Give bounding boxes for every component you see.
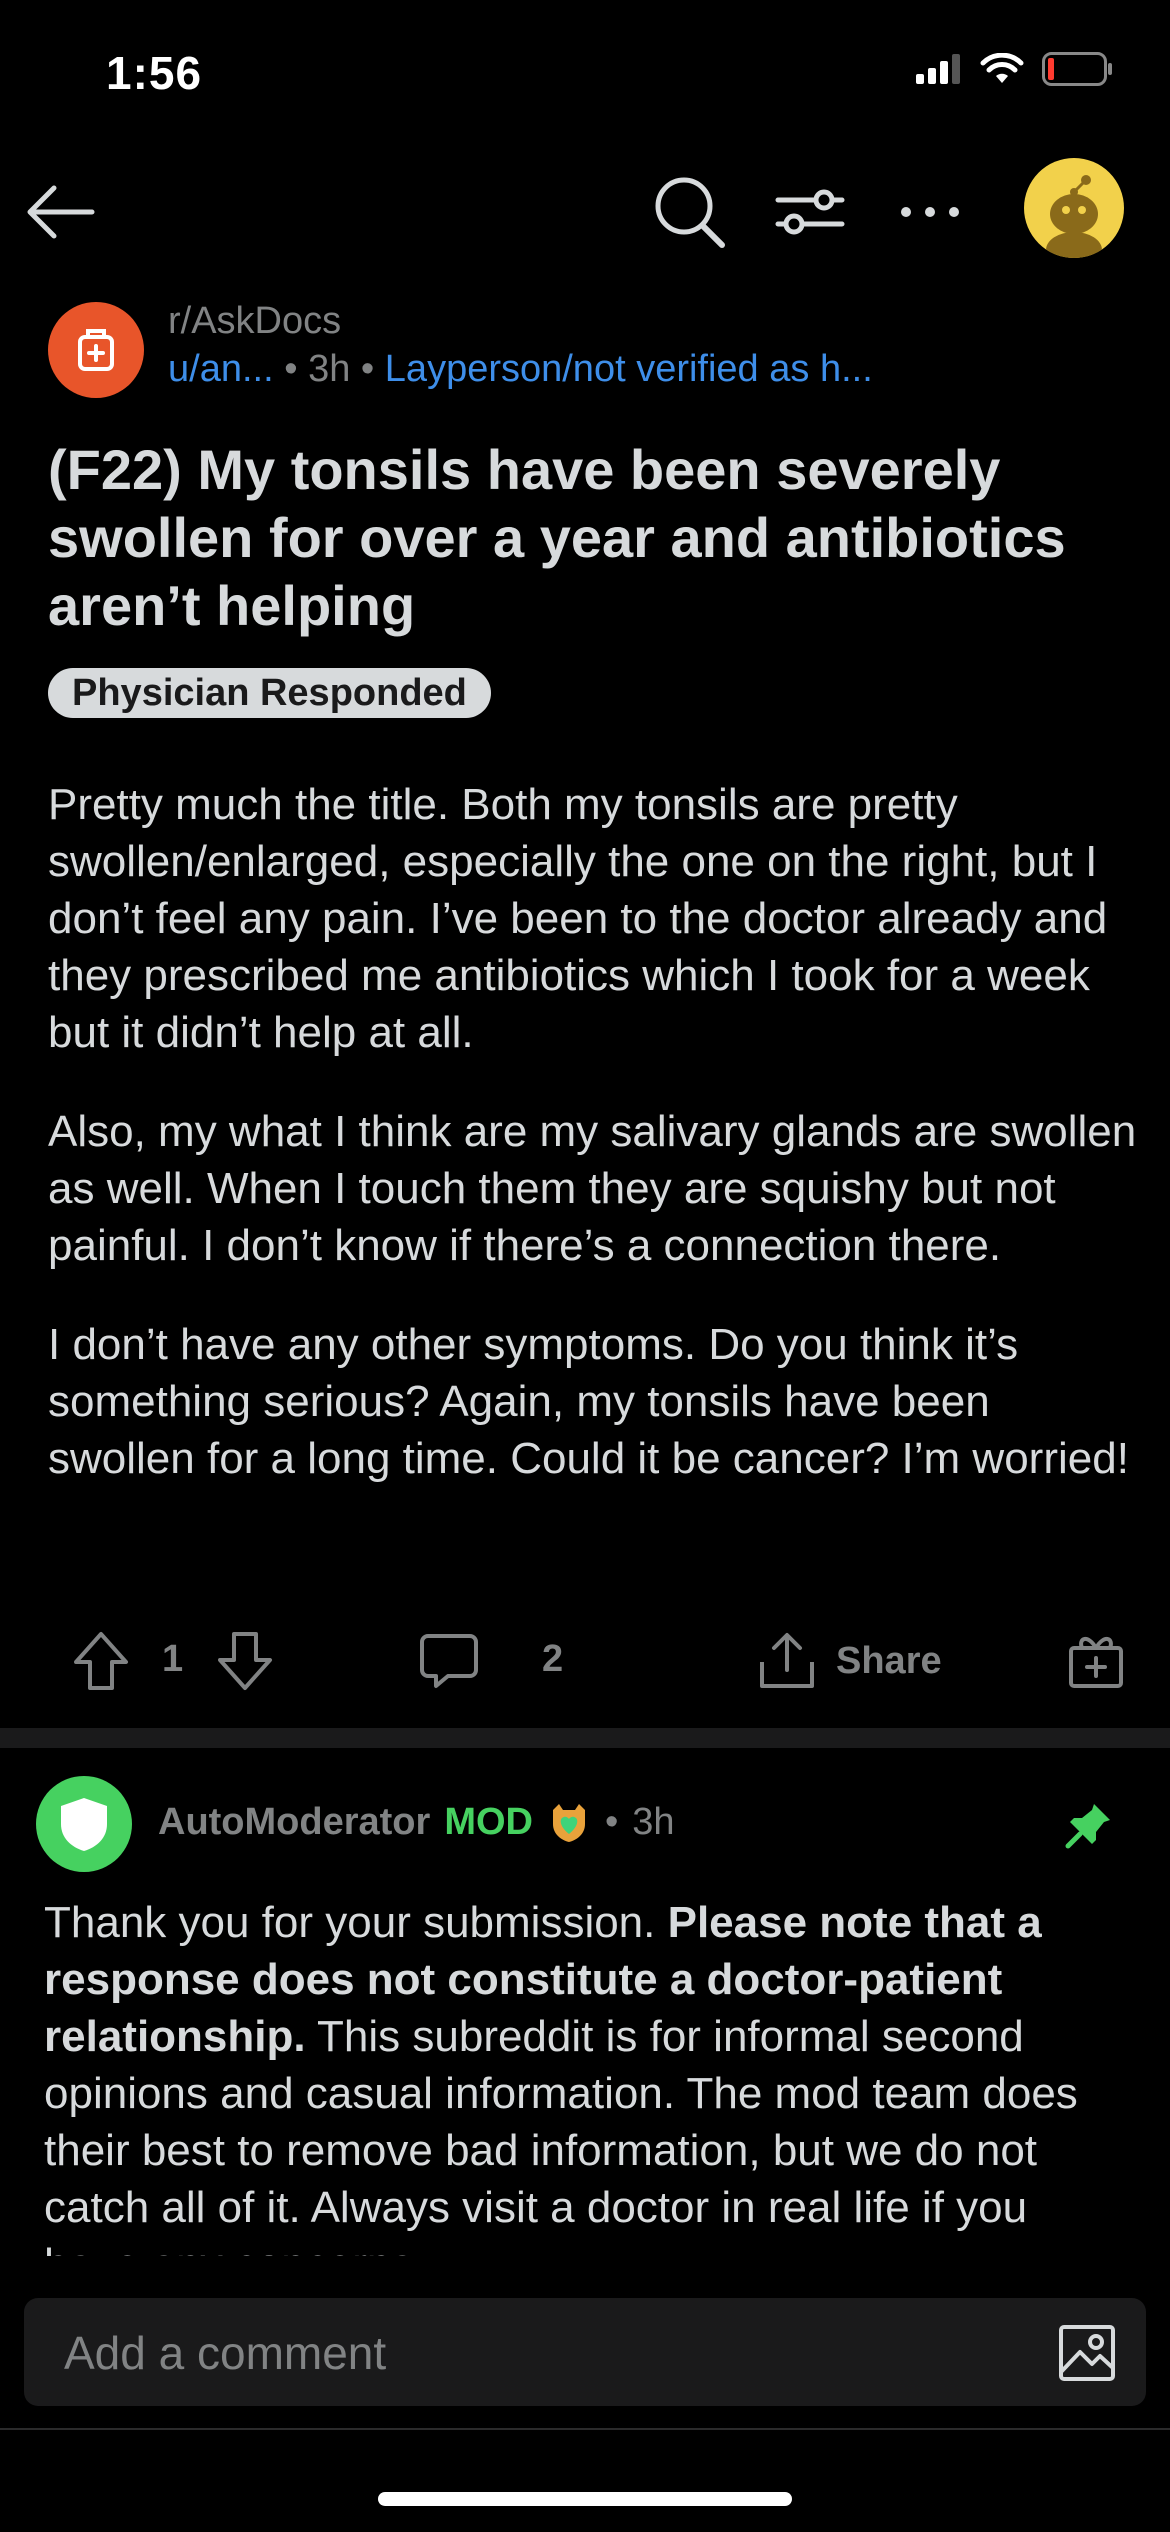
comment-count: 2 <box>542 1638 564 1680</box>
sort-filter-button[interactable] <box>770 172 850 252</box>
post-paragraph: Pretty much the title. Both my tonsils a… <box>48 780 1108 1057</box>
search-icon <box>655 177 725 248</box>
home-indicator[interactable] <box>378 2492 792 2506</box>
share-label: Share <box>836 1639 942 1682</box>
comment-age: 3h <box>632 1800 675 1843</box>
downvote-arrow-icon <box>218 1632 272 1690</box>
gift-award-icon <box>1069 1637 1123 1688</box>
medical-kit-icon <box>78 329 114 371</box>
pinned-button[interactable] <box>1060 1798 1116 1854</box>
mod-shield-heart-icon <box>552 1804 585 1842</box>
comment-bubble-icon <box>420 1634 478 1688</box>
section-divider <box>0 1728 1170 1748</box>
status-bar: 1:56 <box>0 0 1170 150</box>
status-icons <box>916 52 1114 86</box>
subreddit-name[interactable]: r/AskDocs <box>168 300 341 343</box>
filter-icon <box>775 189 845 235</box>
wifi-icon <box>980 53 1024 83</box>
author-flair: Layperson/not verified as h... <box>384 348 873 390</box>
post-author[interactable]: u/an... <box>168 348 274 390</box>
comments-button[interactable] <box>418 1630 480 1692</box>
attach-image-button[interactable] <box>1058 2324 1116 2382</box>
more-icon <box>901 207 959 217</box>
avatar[interactable] <box>1024 158 1124 258</box>
meta-separator: • <box>604 1800 619 1843</box>
post-header: r/AskDocs u/an... • 3h • Layperson/not v… <box>48 296 1128 406</box>
post-paragraph: Also, my what I think are my salivary gl… <box>48 1107 1137 1270</box>
shield-icon <box>61 1798 107 1851</box>
subreddit-icon[interactable] <box>48 302 144 398</box>
signal-icon <box>916 54 960 84</box>
more-options-button[interactable] <box>890 172 970 252</box>
share-icon <box>760 1633 814 1688</box>
upvote-button[interactable] <box>70 1630 132 1692</box>
mod-badge: MOD <box>444 1800 533 1843</box>
comment-header: AutoModerator MOD • 3h <box>36 1776 1136 1876</box>
meta-separator: • <box>284 348 309 390</box>
meta-separator: • <box>360 348 385 390</box>
post-meta: u/an... • 3h • Layperson/not verified as… <box>168 348 873 391</box>
snoo-avatar-icon <box>1046 175 1102 258</box>
add-comment-input[interactable]: Add a comment <box>24 2298 1146 2406</box>
comment-text-intro: Thank you for your submission. <box>44 1898 668 1947</box>
battery-icon <box>1042 52 1112 86</box>
comment-body: Thank you for your submission. Please no… <box>44 1894 1134 2256</box>
post-action-bar: 1 2 Share <box>0 1630 1170 1700</box>
upvote-arrow-icon <box>74 1632 128 1690</box>
post-paragraph: I don’t have any other symptoms. Do you … <box>48 1320 1129 1483</box>
automoderator-avatar[interactable] <box>36 1776 132 1872</box>
award-button[interactable] <box>1066 1630 1126 1690</box>
search-button[interactable] <box>650 170 730 250</box>
back-button[interactable] <box>20 172 100 252</box>
post-age: 3h <box>308 348 351 390</box>
post-body: Pretty much the title. Both my tonsils a… <box>48 776 1138 1529</box>
downvote-button[interactable] <box>214 1630 276 1692</box>
share-button[interactable]: Share <box>756 1630 942 1692</box>
comment-placeholder: Add a comment <box>64 2327 387 2379</box>
post-title: (F22) My tonsils have been severely swol… <box>48 438 1066 637</box>
image-icon <box>1059 2325 1115 2381</box>
post-flair-badge[interactable]: Physician Responded <box>48 668 491 718</box>
pin-icon <box>1065 1804 1110 1849</box>
status-time: 1:56 <box>106 47 203 99</box>
comment-meta: AutoModerator MOD • 3h <box>158 1800 675 1844</box>
vote-count: 1 <box>162 1638 184 1680</box>
back-arrow-icon <box>27 185 95 239</box>
top-nav-bar <box>0 150 1170 270</box>
comment-author[interactable]: AutoModerator <box>158 1801 430 1844</box>
